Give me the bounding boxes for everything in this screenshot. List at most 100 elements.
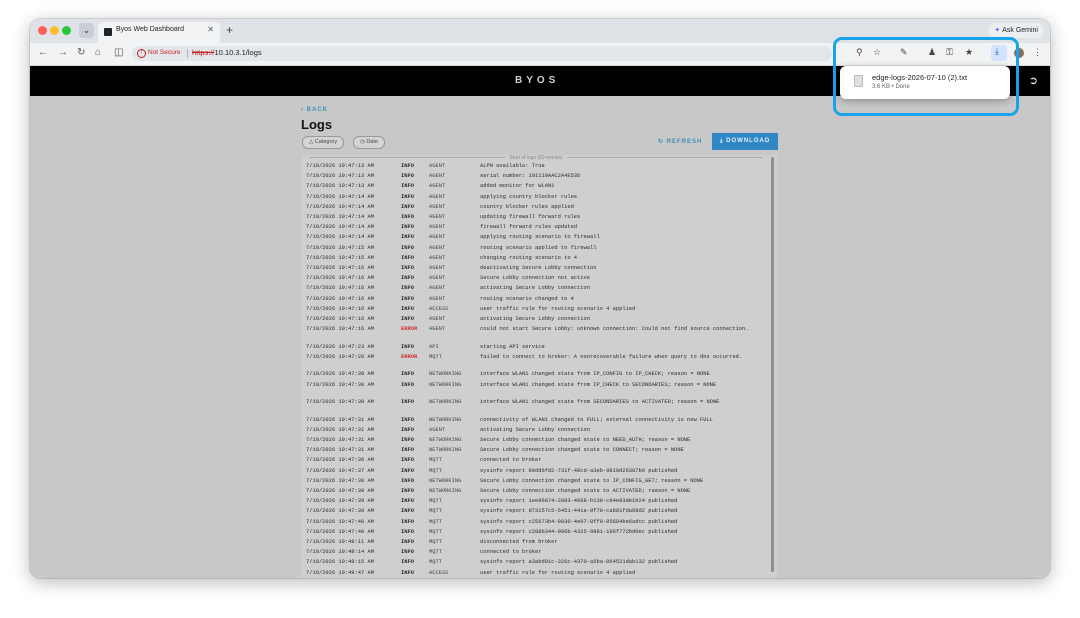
log-level: INFO (401, 437, 414, 443)
log-timestamp: 7/10/2026 10:47:14 AM (306, 234, 374, 241)
log-message: interface WLAN1 changed state from SECON… (480, 399, 720, 406)
log-timestamp: 7/10/2026 10:47:30 AM (306, 381, 374, 388)
new-tab-icon[interactable]: + (226, 23, 233, 37)
log-timestamp: 7/10/2026 10:47:39 AM (306, 508, 374, 515)
log-category: MQTT (429, 559, 442, 566)
home-icon[interactable]: ⌂ (95, 47, 101, 58)
log-timestamp: 7/10/2026 10:47:31 AM (306, 416, 374, 423)
log-message: Secure Lobby connection changed state to… (480, 488, 691, 494)
log-level: INFO (401, 498, 414, 505)
log-category: AGENT (429, 265, 446, 271)
page-content: BYOS ➲ ‹ BACK Logs △ Category ◷ Date ↻ R… (30, 66, 1050, 578)
log-message: user traffic rule for routing scenario 4… (480, 569, 636, 576)
back-arrow-icon[interactable]: ← (38, 47, 48, 58)
log-message: routing scenario changed to 4 (480, 295, 574, 302)
log-category: AGENT (429, 275, 446, 282)
favicon-icon (104, 28, 112, 36)
log-level: INFO (401, 173, 414, 180)
gemini-icon: ✦ (994, 27, 1001, 34)
log-level: INFO (401, 528, 414, 535)
tab-title: Byos Web Dashboard (116, 26, 184, 33)
maximize-window-button[interactable] (62, 26, 71, 35)
log-level: INFO (401, 371, 414, 378)
log-timestamp: 7/10/2026 10:47:14 AM (306, 203, 374, 210)
download-filename[interactable]: edge-logs-2026-07-10 (2).txt (872, 73, 967, 82)
log-message: sysinfo report c288b344-006b-4325-9881-1… (480, 528, 678, 535)
tab-search-icon[interactable]: ⌄ (79, 23, 94, 38)
log-timestamp: 7/10/2026 10:47:40 AM (306, 528, 374, 535)
logout-icon[interactable]: ➲ (1029, 74, 1038, 87)
log-message: connected to broker (480, 549, 542, 556)
log-category: ACCESS (429, 569, 449, 576)
not-secure-label[interactable]: Not Secure (148, 49, 181, 56)
log-level: INFO (401, 234, 414, 241)
close-icon[interactable]: ✕ (207, 25, 214, 34)
scrollbar[interactable] (771, 157, 774, 572)
log-timestamp: 7/10/2026 10:47:16 AM (306, 305, 374, 312)
log-timestamp: 7/10/2026 10:47:16 AM (306, 275, 374, 282)
log-timestamp: 7/10/2026 10:47:16 AM (306, 295, 374, 302)
close-window-button[interactable] (38, 26, 47, 35)
log-category: ACCESS (429, 305, 449, 312)
log-message: deactivating Secure Lobby connection (480, 265, 597, 271)
log-timestamp: 7/10/2026 10:47:14 AM (306, 193, 374, 200)
ask-gemini-button[interactable]: ✦ Ask Gemini (988, 23, 1044, 38)
download-button[interactable]: ⤓ DOWNLOAD (712, 133, 778, 150)
log-message: ALPN available: True (480, 163, 545, 169)
log-message: applying routing scenario to firewall (480, 234, 600, 241)
log-message: added monitor for WLAN1 (480, 183, 555, 190)
log-level: INFO (401, 549, 414, 556)
log-category: AGENT (429, 285, 446, 292)
log-timestamp: 7/10/2026 10:47:31 AM (306, 426, 374, 433)
log-message: connectivity of WLAN1 changed to FULL; e… (480, 416, 713, 423)
log-level: INFO (401, 399, 414, 406)
log-timestamp: 7/10/2026 10:47:14 AM (306, 214, 374, 220)
log-level: INFO (401, 416, 414, 423)
log-category: NETWORKING (429, 416, 462, 423)
log-category: AGENT (429, 183, 446, 190)
log-level: INFO (401, 285, 414, 292)
sidebar-icon[interactable]: ◫ (114, 47, 123, 58)
log-level: INFO (401, 275, 414, 282)
log-level: INFO (401, 477, 414, 484)
url-text[interactable]: https://10.10.3.1/logs (192, 48, 262, 57)
log-level: INFO (401, 457, 414, 464)
log-timestamp: 7/10/2026 10:47:30 AM (306, 399, 374, 406)
refresh-button[interactable]: ↻ REFRESH (658, 138, 702, 145)
log-level: INFO (401, 254, 414, 261)
warning-icon: ! (137, 49, 146, 58)
log-category: AGENT (429, 173, 446, 180)
log-timestamp: 7/10/2026 10:47:16 AM (306, 265, 374, 271)
reload-icon[interactable]: ↻ (77, 47, 85, 58)
log-level: INFO (401, 467, 414, 474)
log-level: INFO (401, 447, 414, 454)
log-level: INFO (401, 295, 414, 302)
download-popup[interactable]: edge-logs-2026-07-10 (2).txt 3.6 KB • Do… (840, 66, 1010, 99)
log-level: INFO (401, 214, 414, 220)
byos-logo: BYOS (515, 75, 560, 86)
log-category: MQTT (429, 467, 442, 474)
forward-arrow-icon[interactable]: → (58, 47, 68, 58)
log-timestamp: 7/10/2026 10:48:11 AM (306, 539, 374, 545)
menu-kebab-icon[interactable]: ⋮ (1033, 47, 1042, 58)
log-category: AGENT (429, 426, 446, 433)
log-category: API (429, 343, 439, 350)
minimize-window-button[interactable] (50, 26, 59, 35)
browser-window: ⌄ Byos Web Dashboard ✕ + ✦ Ask Gemini ← →… (30, 19, 1050, 578)
tab-byos[interactable]: Byos Web Dashboard ✕ (98, 22, 220, 43)
log-message: activating Secure Lobby connection (480, 426, 590, 433)
log-timestamp: 7/10/2026 10:49:47 AM (306, 569, 374, 576)
log-category: AGENT (429, 316, 446, 322)
back-link[interactable]: ‹ BACK (301, 107, 328, 113)
category-filter-button[interactable]: △ Category (302, 136, 345, 149)
log-level: INFO (401, 381, 414, 388)
log-level: ERROR (401, 353, 418, 360)
log-timestamp: 7/10/2026 10:47:39 AM (306, 488, 374, 494)
address-bar[interactable]: ! Not Secure https://10.10.3.1/logs (132, 46, 832, 61)
log-level: INFO (401, 488, 414, 494)
log-category: NETWORKING (429, 437, 462, 443)
log-timestamp: 7/10/2026 10:47:14 AM (306, 224, 374, 231)
log-level: INFO (401, 183, 414, 190)
date-filter-button[interactable]: ◷ Date (353, 136, 385, 149)
log-category: AGENT (429, 295, 446, 302)
